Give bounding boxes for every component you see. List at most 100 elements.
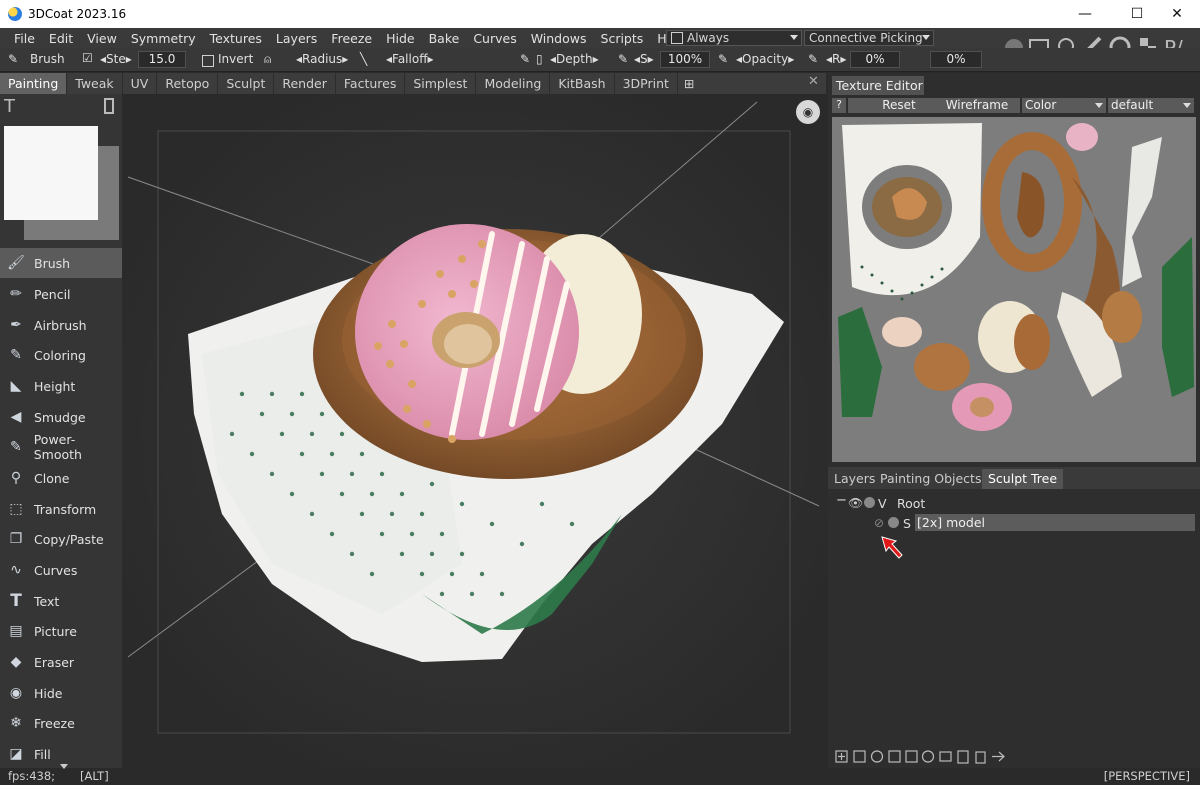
channel-dropdown[interactable]: Color (1022, 98, 1106, 113)
step-checkbox[interactable]: ☑ (82, 51, 93, 65)
copy-icon[interactable] (888, 750, 901, 763)
add-room-icon[interactable]: ⊞ (678, 73, 700, 94)
invert-checkbox[interactable] (202, 55, 214, 67)
picking-dropdown[interactable]: Connective Picking (804, 30, 934, 46)
root-flag[interactable]: V (878, 496, 887, 511)
tab-simplest[interactable]: Simplest (405, 73, 477, 94)
menu-windows[interactable]: Windows (524, 31, 594, 46)
camera-nav-icon[interactable]: ◉ (796, 100, 820, 124)
trash-icon[interactable] (975, 751, 986, 764)
picture-icon: ▤ (9, 623, 23, 639)
tool-height[interactable]: ◣ Height (0, 371, 122, 401)
tab-painting-objects[interactable]: Painting Objects (876, 469, 985, 489)
tool-airbrush[interactable]: ✒ Airbrush (0, 310, 122, 340)
tab-uv[interactable]: UV (123, 73, 158, 94)
tool-eraser[interactable]: ◆ Eraser (0, 647, 122, 677)
tab-sculpt[interactable]: Sculpt (218, 73, 275, 94)
tab-layers[interactable]: Layers (830, 469, 879, 489)
tool-brush[interactable]: 🖌 Brush (0, 248, 122, 278)
tool-copy-paste[interactable]: ❐ Copy/Paste (0, 524, 122, 554)
hidden-eye-icon[interactable]: ⊘ (874, 516, 884, 530)
menu-view[interactable]: View (80, 31, 124, 46)
tool-power-smooth[interactable]: ✎ Power-Smooth (0, 432, 122, 462)
3d-viewport[interactable]: ◉ (122, 94, 828, 768)
s-control[interactable]: ◂S▸ (634, 52, 654, 66)
menu-file[interactable]: File (0, 31, 42, 46)
radius-control[interactable]: ◂Radius▸ (296, 52, 348, 66)
s-value[interactable]: 100% (660, 51, 710, 68)
fps-readout: fps:438; (8, 769, 56, 783)
opacity-control[interactable]: ◂Opacity▸ (736, 52, 794, 66)
clone-layer-icon[interactable] (921, 750, 935, 763)
wireframe-button[interactable]: Wireframe (934, 98, 1020, 113)
r-control[interactable]: ◂R▸ (826, 52, 846, 66)
tab-painting[interactable]: Painting (0, 73, 68, 94)
text-mode-icon[interactable]: T (4, 96, 15, 117)
close-rooms-icon[interactable]: ✕ (808, 74, 819, 89)
tool-smudge[interactable]: ◀ Smudge (0, 402, 122, 432)
export-icon[interactable] (992, 751, 1005, 762)
duplicate-icon[interactable] (853, 750, 866, 763)
tool-clone[interactable]: ⚲ Clone (0, 463, 122, 493)
minimize-button[interactable]: — (1062, 0, 1108, 28)
mouse-icon: ⍝ (264, 52, 272, 66)
menu-scripts[interactable]: Scripts (594, 31, 651, 46)
help-button[interactable]: ? (832, 98, 846, 113)
falloff-control[interactable]: ◂Falloff▸ (386, 52, 434, 66)
menu-edit[interactable]: Edit (42, 31, 80, 46)
panel-toggle-icon[interactable] (104, 98, 114, 114)
material-dot-icon[interactable] (864, 497, 875, 508)
always-dropdown-value: Always (687, 31, 730, 45)
height-icon: ◣ (10, 378, 22, 394)
menu-hide[interactable]: Hide (379, 31, 422, 46)
grid-icon[interactable] (939, 751, 952, 762)
close-button[interactable]: ✕ (1154, 0, 1200, 28)
tool-picture[interactable]: ▤ Picture (0, 616, 122, 646)
tool-coloring[interactable]: ✎ Coloring (0, 340, 122, 370)
tab-retopo[interactable]: Retopo (157, 73, 219, 94)
step-value[interactable]: 15.0 (138, 51, 186, 68)
tool-transform[interactable]: ⬚ Transform (0, 494, 122, 524)
tab-3dprint[interactable]: 3DPrint (615, 73, 678, 94)
always-checkbox[interactable] (671, 32, 683, 44)
import-icon[interactable] (905, 750, 918, 763)
menu-layers[interactable]: Layers (269, 31, 324, 46)
r-value[interactable]: 0% (850, 51, 900, 68)
document-icon[interactable] (957, 750, 969, 764)
menu-freeze[interactable]: Freeze (324, 31, 379, 46)
checker-icon[interactable] (1140, 38, 1148, 46)
tab-sculpt-tree[interactable]: Sculpt Tree (982, 469, 1064, 489)
tab-modeling[interactable]: Modeling (476, 73, 551, 94)
texture-editor-tab[interactable]: Texture Editor (832, 76, 924, 95)
merge-icon[interactable] (870, 750, 884, 763)
tool-text[interactable]: T Text (0, 586, 122, 616)
step-label[interactable]: ◂Ste▸ (100, 52, 132, 66)
tool-hide[interactable]: ◉ Hide (0, 678, 122, 708)
material-dot-icon[interactable] (888, 517, 899, 528)
tool-freeze[interactable]: ❄ Freeze (0, 708, 122, 738)
menu-symmetry[interactable]: Symmetry (124, 31, 203, 46)
lock-icon: ▯ (536, 52, 543, 66)
m-value[interactable]: 0% (930, 51, 982, 68)
tab-tweak[interactable]: Tweak (67, 73, 123, 94)
tab-render[interactable]: Render (274, 73, 336, 94)
tool-curves[interactable]: ∿ Curves (0, 555, 122, 585)
child-flag[interactable]: S (903, 516, 911, 531)
preset-dropdown[interactable]: default (1108, 98, 1194, 113)
eye-icon[interactable]: 👁 (848, 496, 863, 510)
collapse-icon[interactable]: − (836, 493, 847, 508)
always-dropdown[interactable]: Always (666, 30, 802, 46)
menu-textures[interactable]: Textures (203, 31, 269, 46)
tool-pencil[interactable]: ✏ Pencil (0, 279, 122, 309)
texture-atlas[interactable] (832, 117, 1196, 462)
tools-more-icon[interactable] (60, 764, 68, 769)
menu-bake[interactable]: Bake (422, 31, 467, 46)
model-tree-item[interactable]: [2x] model (915, 514, 1195, 531)
tree-actions-toolbar (835, 750, 1005, 764)
menu-curves[interactable]: Curves (466, 31, 523, 46)
depth-control[interactable]: ◂Depth▸ (550, 52, 599, 66)
root-label[interactable]: Root (897, 496, 925, 511)
primary-color-swatch[interactable] (4, 126, 98, 220)
tab-factures[interactable]: Factures (336, 73, 406, 94)
tab-kitbash[interactable]: KitBash (550, 73, 615, 94)
